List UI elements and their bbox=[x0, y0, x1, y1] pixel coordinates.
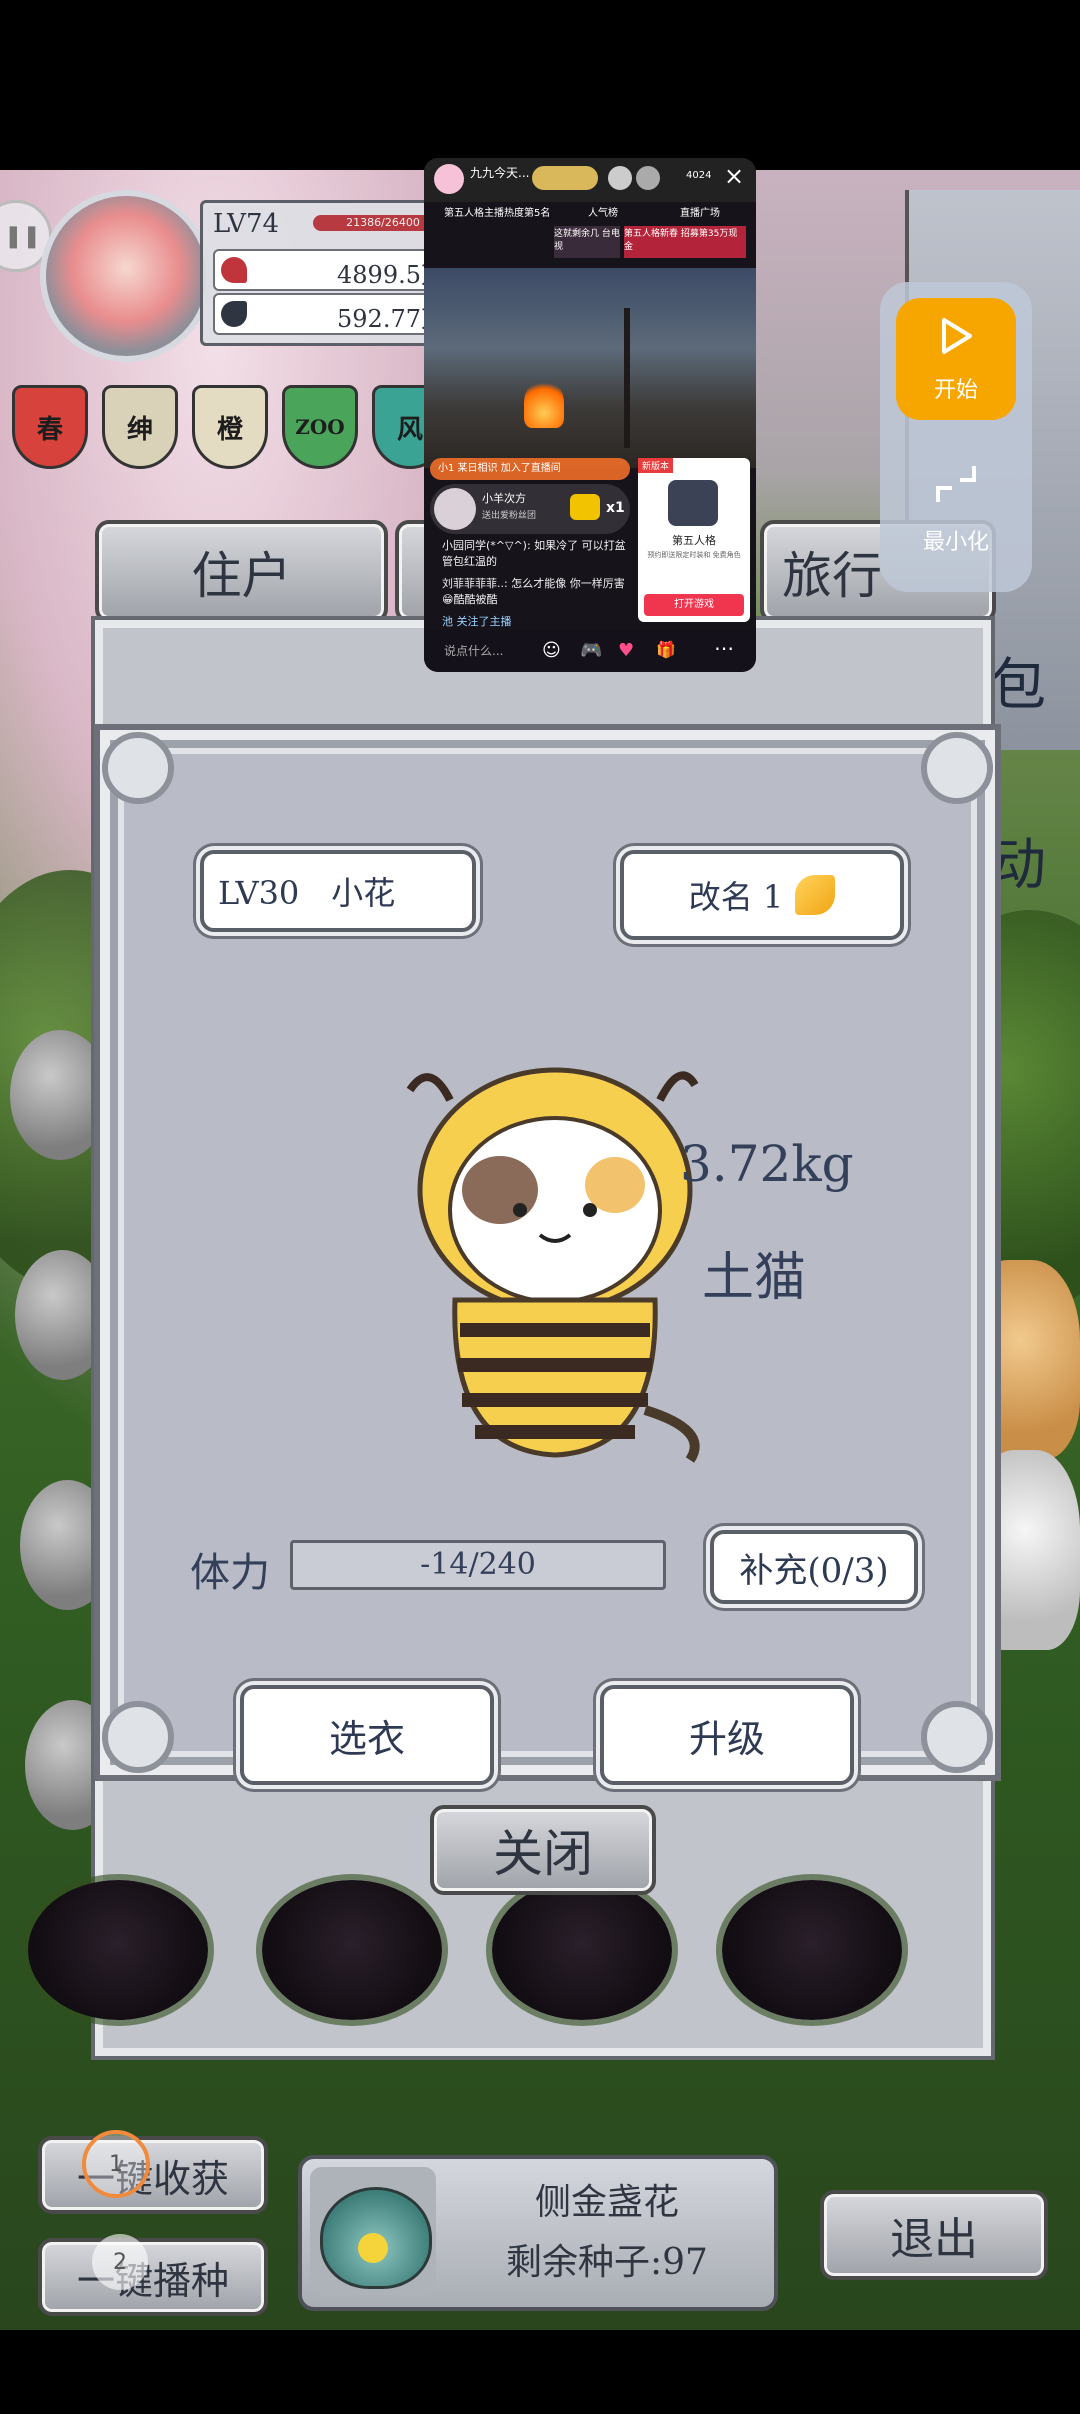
plant-hole-3[interactable] bbox=[492, 1880, 672, 2020]
minimize-icon bbox=[936, 466, 976, 502]
chat-message: 池 关注了主播 bbox=[442, 615, 512, 628]
close-icon[interactable]: × bbox=[724, 162, 744, 190]
gold-row: 4899.5万 bbox=[213, 249, 457, 291]
chat-list: 小园同学(*^▽^): 如果冷了 可以打盆管包红温的 刘菲菲菲菲..: 怎么才能… bbox=[442, 538, 632, 630]
refill-button[interactable]: 补充(0/3) bbox=[710, 1530, 918, 1604]
streamer-avatar[interactable] bbox=[434, 164, 464, 194]
cat-illustration[interactable] bbox=[390, 1060, 720, 1470]
seed-slot bbox=[310, 2167, 436, 2295]
tab-residents[interactable]: 住户 bbox=[95, 520, 388, 623]
emoji-icon[interactable]: ☺ bbox=[542, 640, 561, 661]
side-label-top: 包 bbox=[990, 653, 1046, 718]
more-icon[interactable]: ⋯ bbox=[714, 636, 734, 660]
chat-message: 小园同学(*^▽^): 如果冷了 可以打盆管包红温的 bbox=[442, 539, 626, 568]
play-icon bbox=[942, 318, 972, 354]
fire-icon bbox=[524, 378, 564, 428]
energy-leaf-icon bbox=[795, 875, 836, 915]
heart-icon[interactable]: ♥ bbox=[618, 640, 634, 661]
cat-detail-dialog: LV30 小花 改名 1 3.72kg 土猫 体力 -14/240 补充(0/3… bbox=[94, 724, 1001, 1785]
viewer-avatar bbox=[608, 166, 632, 190]
gold-icon bbox=[221, 257, 247, 283]
player-card: LV74 21386/26400 4899.5万 592.77万 bbox=[40, 190, 466, 362]
minimize-label: 最小化 bbox=[922, 530, 989, 555]
gift-user: 小羊次方 bbox=[482, 492, 526, 505]
harvest-all-button[interactable]: 一键收获 bbox=[38, 2136, 268, 2214]
bee-costume-cat-icon bbox=[406, 1067, 700, 1463]
frame-corner bbox=[102, 1701, 174, 1773]
popularity-rank[interactable]: 人气榜 bbox=[588, 204, 618, 219]
plant-hole-4[interactable] bbox=[722, 1880, 902, 2020]
cat-breed: 土猫 bbox=[702, 1248, 807, 1308]
ad-desc: 预约即送限定时装和 免费角色 bbox=[647, 551, 741, 559]
gift-user-avatar bbox=[434, 488, 476, 530]
rename-label: 改名 1 bbox=[688, 878, 784, 916]
live-square-link[interactable]: 直播广场 bbox=[680, 204, 720, 219]
ad-title: 第五人格 bbox=[672, 534, 716, 547]
seed-remaining: 剩余种子:97 bbox=[506, 2242, 708, 2283]
badge-orange[interactable]: 橙 bbox=[192, 385, 268, 469]
touch-marker-1: 1 bbox=[82, 2130, 150, 2198]
start-label: 开始 bbox=[933, 378, 978, 403]
start-button[interactable]: 开始 bbox=[896, 298, 1016, 420]
frame-corner bbox=[921, 1701, 993, 1773]
viewer-count: 4024 bbox=[686, 170, 712, 181]
minimize-button[interactable]: 最小化 bbox=[896, 452, 1016, 572]
energy-icon bbox=[221, 301, 247, 327]
flower-icon bbox=[358, 2233, 388, 2263]
live-stream-popup[interactable]: 九九今天... 4024 × 第五人格主播热度第5名 人气榜 直播广场 这就剩余… bbox=[424, 158, 756, 672]
chat-message: 刘菲菲菲菲..: 怎么才能像 你一样厉害😁酷酷被酷 bbox=[442, 577, 625, 606]
follow-badge[interactable] bbox=[532, 166, 598, 190]
gift-count: x1 bbox=[606, 500, 625, 516]
game-logo bbox=[668, 480, 718, 526]
exit-button[interactable]: 退出 bbox=[820, 2190, 1048, 2280]
seed-name: 侧金盏花 bbox=[534, 2182, 679, 2223]
side-label-bottom: 动 bbox=[990, 833, 1046, 898]
gift-sub: 送出爱粉丝团 bbox=[482, 511, 537, 521]
heart-gift-icon bbox=[570, 494, 600, 520]
plant-hole-1[interactable] bbox=[28, 1880, 208, 2020]
stamina-label: 体力 bbox=[190, 1550, 270, 1596]
ad-tag: 新版本 bbox=[638, 458, 674, 473]
gift-bar: 小羊次方 送出爱粉丝团 x1 bbox=[430, 484, 630, 534]
comment-input[interactable]: 说点什么... bbox=[444, 642, 503, 659]
sow-all-button[interactable]: 一键播种 bbox=[38, 2238, 268, 2316]
stamina-bar: -14/240 bbox=[290, 1540, 666, 1590]
cat-weight: 3.72kg bbox=[680, 1135, 854, 1193]
popup-input-bar: 说点什么... ☺ 🎮 ♥ 🎁 ⋯ bbox=[424, 630, 756, 672]
dress-button[interactable]: 选衣 bbox=[240, 1685, 494, 1785]
plant-hole-2[interactable] bbox=[262, 1880, 442, 2020]
frame-corner bbox=[102, 732, 174, 804]
upgrade-button[interactable]: 升级 bbox=[600, 1685, 854, 1785]
viewer-avatar bbox=[636, 166, 660, 190]
stamina-value: -14/240 bbox=[420, 1547, 536, 1582]
badge-spring[interactable]: 春 bbox=[12, 385, 88, 469]
seed-panel[interactable]: 侧金盏花 剩余种子:97 bbox=[298, 2155, 778, 2311]
frame-corner bbox=[921, 732, 993, 804]
streamer-name: 九九今天... bbox=[470, 166, 530, 180]
close-dialog-button[interactable]: 关闭 bbox=[430, 1805, 656, 1895]
player-level: LV74 bbox=[213, 209, 280, 239]
promo-banner-2[interactable]: 第五人格新春 招募第35万现金 bbox=[624, 226, 746, 258]
badge-gentleman[interactable]: 绅 bbox=[102, 385, 178, 469]
join-notice: 小1 某日相识 加入了直播间 bbox=[430, 458, 630, 480]
stream-video[interactable] bbox=[424, 268, 756, 468]
cat-name-level: LV30 小花 bbox=[200, 850, 476, 932]
rename-button[interactable]: 改名 1 bbox=[620, 850, 904, 940]
energy-row: 592.77万 bbox=[213, 293, 457, 335]
badge-zoo[interactable]: ZOO bbox=[282, 385, 358, 469]
hot-rank[interactable]: 第五人格主播热度第5名 bbox=[444, 204, 550, 219]
avatar[interactable] bbox=[40, 190, 212, 362]
pause-icon: ❚❚ bbox=[4, 223, 41, 249]
gamepad-icon[interactable]: 🎮 bbox=[580, 640, 602, 661]
open-game-button[interactable]: 打开游戏 bbox=[644, 594, 744, 616]
game-ad-card[interactable]: 新版本 第五人格 预约即送限定时装和 免费角色 打开游戏 bbox=[638, 458, 750, 622]
popup-header: 九九今天... 4024 × bbox=[424, 158, 756, 202]
promo-banner-1[interactable]: 这就剩余几 台电视 bbox=[554, 226, 620, 258]
floating-recorder-panel: 开始 最小化 bbox=[880, 282, 1032, 592]
touch-marker-2: 2 bbox=[92, 2234, 148, 2290]
gift-icon[interactable]: 🎁 bbox=[656, 640, 676, 659]
tree bbox=[624, 308, 630, 448]
